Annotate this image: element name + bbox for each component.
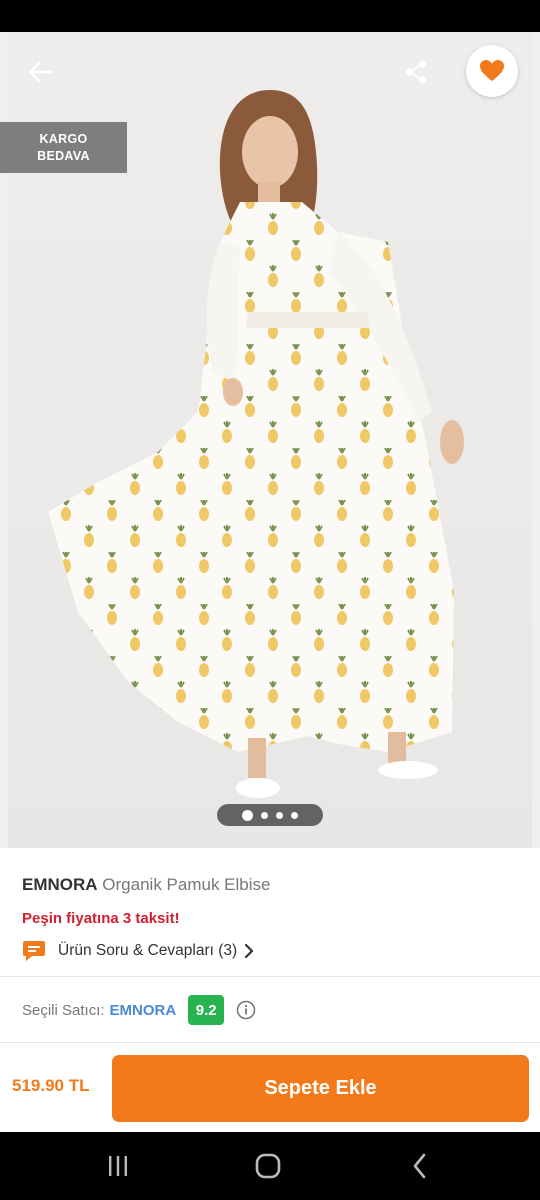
badge-line-2: BEDAVA (37, 148, 90, 163)
divider (0, 976, 540, 977)
back-button[interactable] (20, 56, 60, 88)
pagination-dot-3[interactable] (276, 811, 283, 819)
recent-apps-icon (109, 1156, 127, 1176)
add-to-cart-button[interactable]: Sepete Ekle (112, 1055, 529, 1122)
product-title: EMNORA Organik Pamuk Elbise (22, 875, 270, 895)
favorite-button[interactable] (466, 45, 518, 97)
questions-answers-link[interactable]: Ürün Soru & Cevapları (3) (22, 938, 254, 964)
pagination-dot-1[interactable] (242, 809, 253, 821)
seller-score-badge: 9.2 (188, 995, 225, 1025)
badge-line-1: KARGO (39, 131, 88, 146)
share-icon (405, 60, 427, 84)
pagination-dot-2[interactable] (261, 811, 268, 819)
home-button[interactable] (248, 1148, 288, 1184)
home-icon (255, 1153, 281, 1179)
arrow-left-icon (28, 61, 53, 83)
free-shipping-badge: KARGO BEDAVA (0, 122, 127, 173)
seller-label: Seçili Satıcı: (22, 1001, 105, 1019)
product-image-gallery[interactable]: KARGO BEDAVA (0, 32, 540, 848)
installment-text: Peşin fiyatına 3 taksit! (22, 910, 180, 927)
status-bar (0, 0, 540, 32)
product-name: Organik Pamuk Elbise (102, 875, 271, 894)
recent-apps-button[interactable] (98, 1148, 138, 1184)
share-button[interactable] (398, 54, 434, 90)
chat-bubble-icon (23, 941, 45, 961)
pagination-dot-4[interactable] (291, 811, 298, 819)
product-brand[interactable]: EMNORA (22, 875, 98, 894)
back-icon (413, 1153, 426, 1179)
chevron-right-icon (245, 944, 254, 958)
seller-name-link[interactable]: EMNORA (110, 1002, 177, 1019)
system-back-button[interactable] (400, 1148, 440, 1184)
purchase-bar: 519.90 TL Sepete Ekle (0, 1042, 540, 1132)
seller-row: Seçili Satıcı: EMNORA 9.2 (22, 995, 256, 1025)
heart-icon (480, 60, 504, 81)
questions-answers-label: Ürün Soru & Cevapları (3) (58, 942, 238, 959)
system-navigation-bar (0, 1132, 540, 1200)
info-circle-icon[interactable] (236, 1000, 256, 1020)
gallery-pagination[interactable] (217, 804, 323, 826)
product-price: 519.90 TL (12, 1076, 90, 1095)
product-info: EMNORA Organik Pamuk Elbise Peşin fiyatı… (0, 848, 540, 1132)
